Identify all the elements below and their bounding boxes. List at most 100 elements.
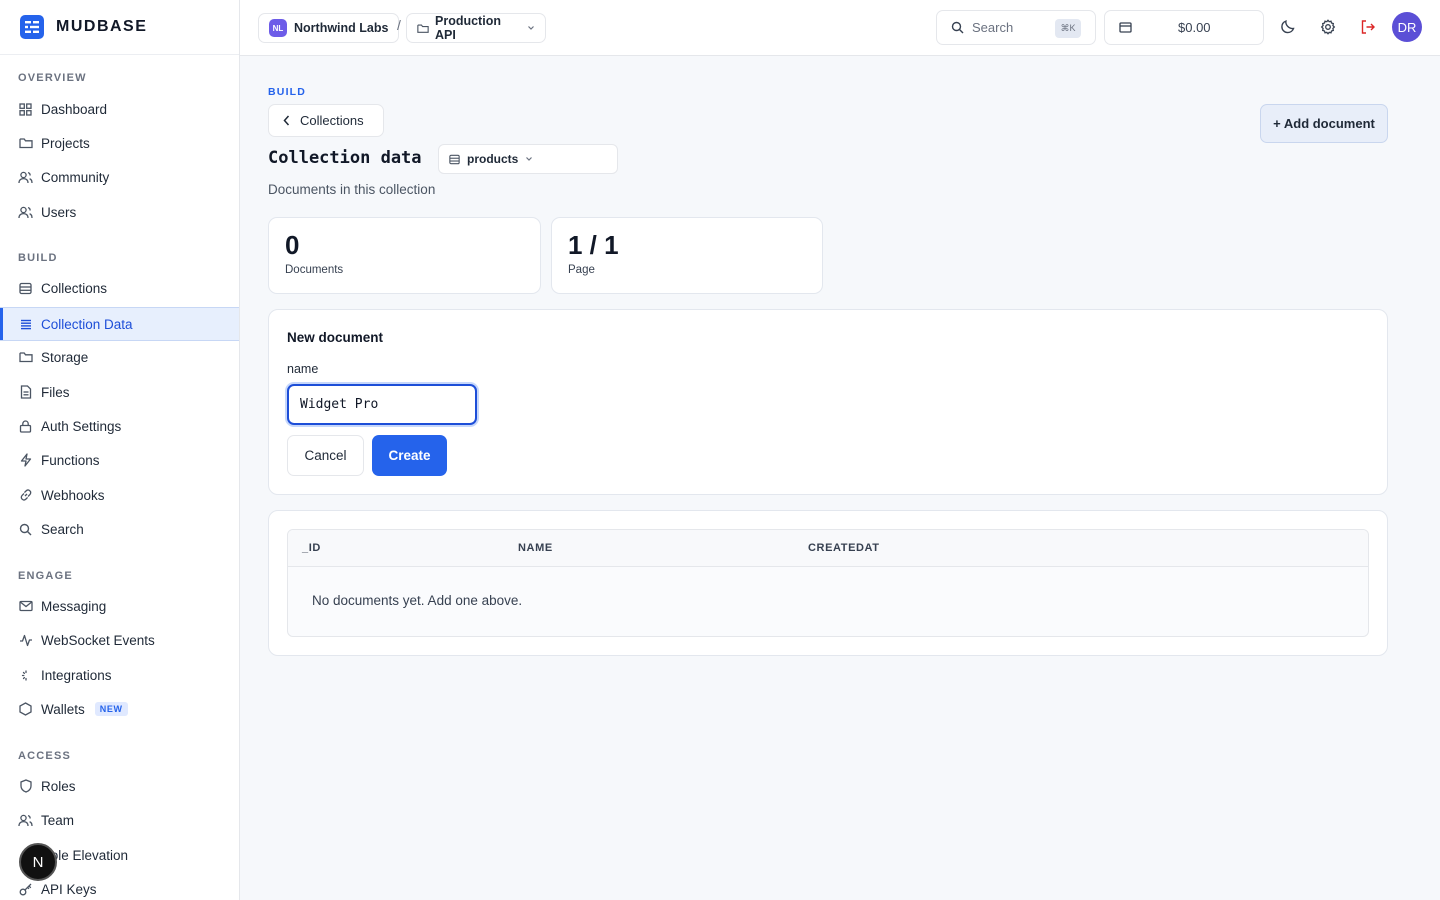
users-icon (18, 813, 33, 828)
column-header-id[interactable]: _ID (302, 542, 321, 554)
floating-action-button[interactable]: N (19, 843, 57, 881)
stat-value: 1 / 1 (568, 230, 619, 260)
grid-icon (18, 102, 33, 117)
cancel-button[interactable]: Cancel (287, 435, 364, 476)
sidebar-item-label: Community (41, 169, 110, 185)
credits-amount: $0.00 (1178, 20, 1211, 35)
sidebar: MUDBASE OVERVIEW Dashboard Projects Comm… (0, 0, 240, 900)
column-header-createdat[interactable]: CREATEDAT (808, 542, 880, 554)
key-icon (18, 882, 33, 897)
stat-card-documents: 0 Documents (268, 217, 541, 294)
sidebar-item-label: Storage (41, 349, 89, 365)
sidebar-item-label: Functions (41, 452, 100, 468)
org-badge: NL (269, 19, 287, 37)
sidebar-item-users[interactable]: Users (0, 195, 239, 229)
table-header: _ID NAME CREATEDAT (288, 530, 1368, 567)
sidebar-item-projects[interactable]: Projects (0, 126, 239, 160)
org-name: Northwind Labs (294, 21, 389, 35)
sidebar-item-label: Integrations (41, 667, 112, 683)
name-field-label: name (287, 362, 319, 376)
name-field[interactable] (287, 384, 477, 425)
brand[interactable]: MUDBASE (0, 0, 239, 55)
collection-select-value: products (467, 152, 519, 166)
search-shortcut: ⌘K (1055, 19, 1081, 38)
folder-icon (18, 350, 33, 365)
sidebar-item-integrations[interactable]: Integrations (0, 658, 239, 692)
sidebar-item-files[interactable]: Files (0, 375, 239, 409)
sidebar-item-team[interactable]: Team (0, 803, 239, 837)
nav-section-engage: ENGAGE (18, 570, 73, 582)
sidebar-item-dashboard[interactable]: Dashboard (0, 92, 239, 126)
sidebar-item-auth-settings[interactable]: Auth Settings (0, 409, 239, 443)
credits-button[interactable]: $0.00 (1104, 10, 1264, 45)
moon-icon[interactable] (1278, 17, 1298, 37)
sidebar-item-webhooks[interactable]: Webhooks (0, 478, 239, 512)
shield-icon (18, 779, 33, 794)
stat-label: Page (568, 264, 595, 276)
chevron-left-icon (283, 115, 290, 126)
stat-card-page: 1 / 1 Page (551, 217, 823, 294)
new-badge: NEW (94, 702, 128, 716)
sidebar-item-label: Roles (41, 778, 76, 794)
sidebar-item-wallets[interactable]: Wallets NEW (0, 692, 239, 726)
search-input[interactable]: Search ⌘K (936, 10, 1096, 45)
sidebar-item-label: Collection Data (41, 316, 133, 332)
stat-label: Documents (285, 264, 344, 276)
nav-section-overview: OVERVIEW (18, 72, 87, 84)
avatar[interactable]: DR (1392, 12, 1422, 42)
brand-name: MUDBASE (56, 18, 148, 35)
project-switcher[interactable]: Production API (406, 13, 546, 43)
sidebar-item-storage[interactable]: Storage (0, 340, 239, 374)
sidebar-item-label: Dashboard (41, 101, 108, 117)
file-icon (18, 385, 33, 400)
breadcrumb-separator: / (397, 17, 401, 33)
back-button-label: Collections (300, 113, 364, 128)
sidebar-item-label: Projects (41, 135, 90, 151)
search-icon (18, 522, 33, 537)
folder-icon (417, 23, 429, 34)
users-icon (18, 205, 33, 220)
create-button[interactable]: Create (372, 435, 447, 476)
page-kicker: BUILD (268, 86, 307, 98)
logout-icon[interactable] (1358, 17, 1378, 37)
page-title: Collection data (268, 148, 422, 168)
sidebar-item-label: Wallets (41, 701, 85, 717)
gear-icon[interactable] (1318, 17, 1338, 37)
sidebar-item-label: Auth Settings (41, 418, 122, 434)
sidebar-item-community[interactable]: Community (0, 160, 239, 194)
search-icon (951, 21, 964, 34)
column-header-name[interactable]: NAME (518, 542, 553, 554)
org-switcher[interactable]: NL Northwind Labs (258, 13, 400, 43)
credit-card-icon (1119, 22, 1132, 33)
collection-select[interactable]: products (438, 144, 618, 174)
sidebar-item-search[interactable]: Search (0, 512, 239, 546)
sparkle-icon (18, 668, 33, 683)
sidebar-item-label: API Keys (41, 881, 97, 897)
sidebar-item-functions[interactable]: Functions (0, 443, 239, 477)
sidebar-item-websocket-events[interactable]: WebSocket Events (0, 623, 239, 657)
search-placeholder: Search (972, 20, 1014, 35)
back-to-collections-button[interactable]: Collections (268, 104, 384, 137)
bolt-icon (18, 453, 33, 468)
lock-icon (18, 419, 33, 434)
project-name: Production API (435, 14, 501, 42)
sidebar-item-label: Collections (41, 280, 108, 296)
users-icon (18, 170, 33, 185)
folder-icon (18, 136, 33, 151)
nav-section-access: ACCESS (18, 750, 72, 762)
sidebar-item-collection-data[interactable]: Collection Data (0, 307, 239, 341)
sidebar-item-label: Messaging (41, 598, 107, 614)
topbar: NL Northwind Labs / Production API Searc… (240, 0, 1440, 56)
sidebar-item-roles[interactable]: Roles (0, 769, 239, 803)
sidebar-item-collections[interactable]: Collections (0, 271, 239, 305)
chevron-down-icon (525, 156, 533, 162)
mail-icon (18, 599, 33, 614)
sidebar-item-messaging[interactable]: Messaging (0, 589, 239, 623)
sidebar-item-label: WebSocket Events (41, 632, 155, 648)
page-subtitle: Documents in this collection (268, 182, 436, 197)
add-document-button[interactable]: + Add document (1260, 104, 1388, 143)
new-document-panel: New document name Cancel Create (268, 309, 1388, 495)
documents-table: _ID NAME CREATEDAT No documents yet. Add… (287, 529, 1369, 637)
form-title: New document (287, 330, 384, 345)
activity-icon (18, 633, 33, 648)
